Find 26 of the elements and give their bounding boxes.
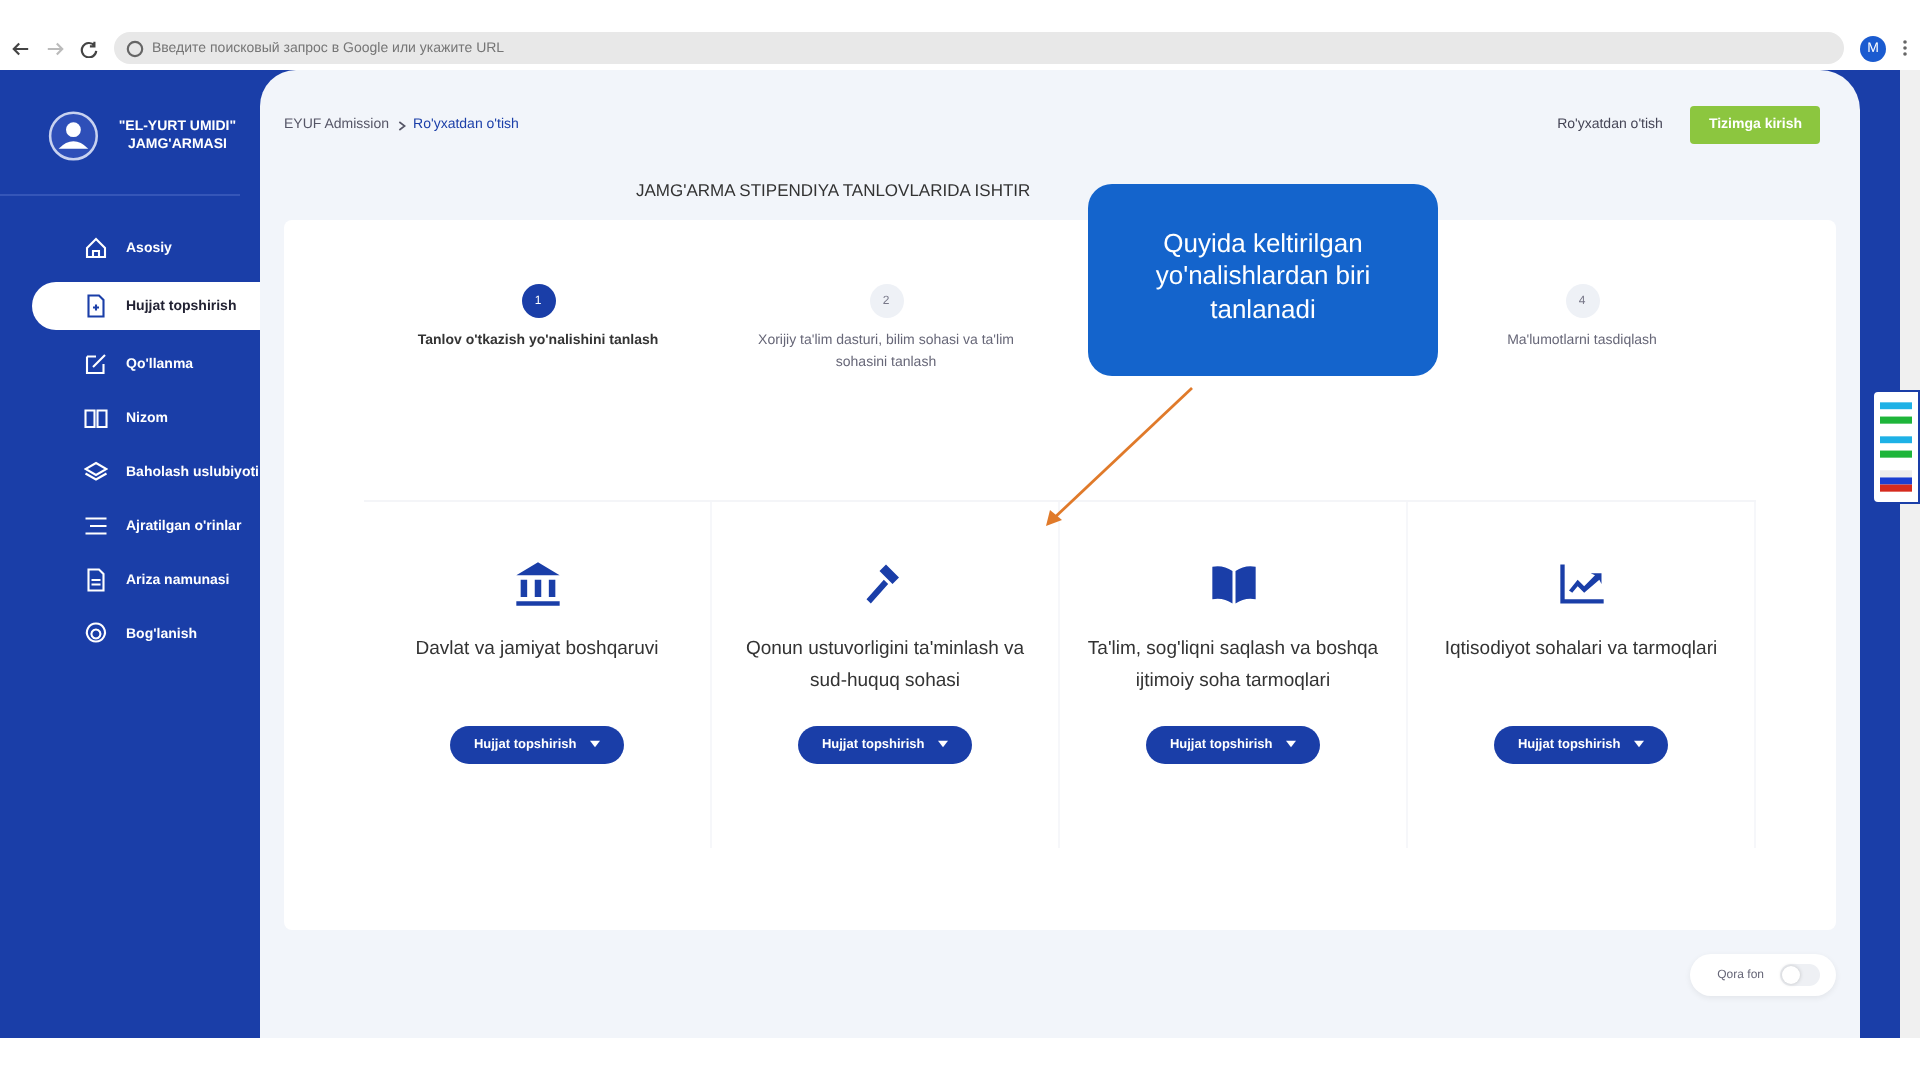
direction-title: Qonun ustuvorligini ta'minlash va sud-huquq sohasi xyxy=(743,636,1027,696)
page-title: JAMG'ARMA STIPENDIYA TANLOVLARIDA ISHTIR xyxy=(634,180,1033,200)
search-icon xyxy=(126,39,144,57)
caret-icon xyxy=(1286,740,1297,748)
emblem-icon xyxy=(48,110,99,162)
book-icon xyxy=(84,406,108,430)
flag-icon[interactable] xyxy=(1880,470,1912,492)
edit-icon xyxy=(84,352,108,376)
direction-title: Ta'lim, sog'liqni saqlash va boshqa ijtimoiy soha tarmoqlari xyxy=(1085,636,1381,696)
document-icon xyxy=(84,294,108,318)
caret-icon xyxy=(590,740,601,748)
caret-icon xyxy=(938,740,949,748)
caret-icon xyxy=(1634,740,1645,748)
location-icon xyxy=(84,622,108,646)
direction-title: Iqtisodiyot sohalari va tarmoqlari xyxy=(1442,636,1720,664)
list-icon xyxy=(84,514,108,538)
layers-icon xyxy=(84,460,108,484)
file-icon xyxy=(84,568,108,592)
back-icon[interactable] xyxy=(12,39,30,57)
home-icon xyxy=(84,236,108,260)
callout-bubble: Quyida keltirilgan yo'nalishlardan biri tanlanadi xyxy=(1088,184,1438,376)
menu-icon[interactable] xyxy=(1902,38,1908,58)
bank-icon xyxy=(511,558,563,610)
chevron-icon xyxy=(397,119,406,131)
direction-title: Davlat va jamiyat boshqaruvi xyxy=(413,636,661,664)
reload-icon[interactable] xyxy=(80,39,98,57)
